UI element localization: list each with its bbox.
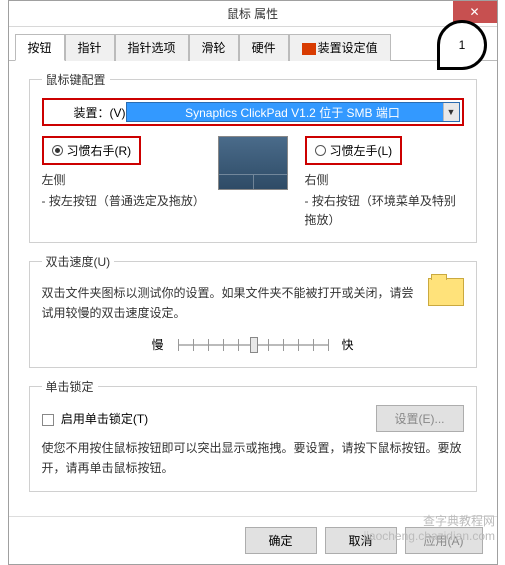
slow-label: 慢 <box>151 336 163 353</box>
mouse-properties-window: 鼠标 属性 ✕ 按钮 指针 指针选项 滑轮 硬件 装置设定值 鼠标键配置 装置：… <box>8 0 498 565</box>
checkbox-icon <box>42 414 54 426</box>
folder-test-icon[interactable] <box>428 278 464 306</box>
slider-thumb[interactable] <box>250 337 258 353</box>
group-legend: 鼠标键配置 <box>42 71 110 88</box>
tab-label: 硬件 <box>252 41 276 55</box>
device-label: 装置：(V) <box>74 104 126 121</box>
button-label: 设置(E)... <box>395 412 445 426</box>
double-click-group: 双击速度(U) 双击文件夹图标以测试你的设置。如果文件夹不能被打开或关闭，请尝试… <box>29 253 477 367</box>
tab-label: 按钮 <box>28 41 52 55</box>
radio-icon <box>52 145 63 156</box>
radio-label: 习惯右手(R) <box>67 142 132 159</box>
tab-pointer-options[interactable]: 指针选项 <box>115 34 189 61</box>
button-config-group: 鼠标键配置 装置：(V) Synaptics ClickPad V1.2 位于 … <box>29 71 477 243</box>
tab-label: 滑轮 <box>202 41 226 55</box>
double-click-desc: 双击文件夹图标以测试你的设置。如果文件夹不能被打开或关闭，请尝试用较慢的双击速度… <box>42 284 414 322</box>
radio-icon <box>315 145 326 156</box>
annotation-callout-1: 1 <box>437 20 487 70</box>
close-icon: ✕ <box>469 5 479 19</box>
tab-label: 指针 <box>78 41 102 55</box>
touchpad-preview <box>218 136 288 190</box>
titlebar[interactable]: 鼠标 属性 ✕ <box>9 1 497 27</box>
watermark-line: jiaocheng.chazidian.com <box>364 529 495 545</box>
button-label: 确定 <box>268 534 292 548</box>
right-side-desc: - 按右按钮（环境菜单及特别拖放） <box>305 192 464 230</box>
group-legend: 单击锁定 <box>42 378 98 395</box>
left-side-title: 左侧 <box>42 171 201 188</box>
right-side-title: 右侧 <box>305 171 464 188</box>
tab-body: 鼠标键配置 装置：(V) Synaptics ClickPad V1.2 位于 … <box>9 61 497 516</box>
left-side-desc: - 按左按钮（普通选定及拖放） <box>42 192 201 211</box>
click-lock-group: 单击锁定 启用单击锁定(T) 设置(E)... 使您不用按住鼠标按钮即可以突出显… <box>29 378 477 492</box>
tab-pointer[interactable]: 指针 <box>65 34 115 61</box>
fast-label: 快 <box>342 336 354 353</box>
left-hand-radio[interactable]: 习惯左手(L) <box>307 138 401 163</box>
radio-label: 习惯左手(L) <box>330 142 393 159</box>
enable-click-lock-checkbox[interactable]: 启用单击锁定(T) <box>42 410 149 427</box>
chevron-down-icon[interactable]: ▼ <box>443 103 459 121</box>
tab-label: 指针选项 <box>128 41 176 55</box>
checkbox-label: 启用单击锁定(T) <box>61 412 148 426</box>
right-hand-radio[interactable]: 习惯右手(R) <box>44 138 140 163</box>
group-legend: 双击速度(U) <box>42 253 115 270</box>
tab-strip: 按钮 指针 指针选项 滑轮 硬件 装置设定值 <box>9 27 497 61</box>
tab-buttons[interactable]: 按钮 <box>15 34 65 61</box>
device-value: Synaptics ClickPad V1.2 位于 SMB 端口 <box>185 104 400 121</box>
click-lock-desc: 使您不用按住鼠标按钮即可以突出显示或拖拽。要设置，请按下鼠标按钮。要放开，请再单… <box>42 438 464 479</box>
synaptics-icon <box>302 43 316 55</box>
watermark: 查字典教程网 jiaocheng.chazidian.com <box>364 514 495 545</box>
tab-label: 装置设定值 <box>318 41 378 55</box>
tab-wheel[interactable]: 滑轮 <box>189 34 239 61</box>
tab-hardware[interactable]: 硬件 <box>239 34 289 61</box>
device-select[interactable]: Synaptics ClickPad V1.2 位于 SMB 端口 ▼ <box>126 102 460 122</box>
slider-track[interactable] <box>178 335 328 355</box>
double-click-slider: 慢 快 <box>42 335 464 355</box>
window-title: 鼠标 属性 <box>227 5 278 22</box>
annotation-number: 1 <box>459 38 466 52</box>
watermark-line: 查字典教程网 <box>364 514 495 530</box>
click-lock-settings-button: 设置(E)... <box>376 405 464 432</box>
tab-device-settings[interactable]: 装置设定值 <box>289 34 391 61</box>
ok-button[interactable]: 确定 <box>245 527 317 554</box>
